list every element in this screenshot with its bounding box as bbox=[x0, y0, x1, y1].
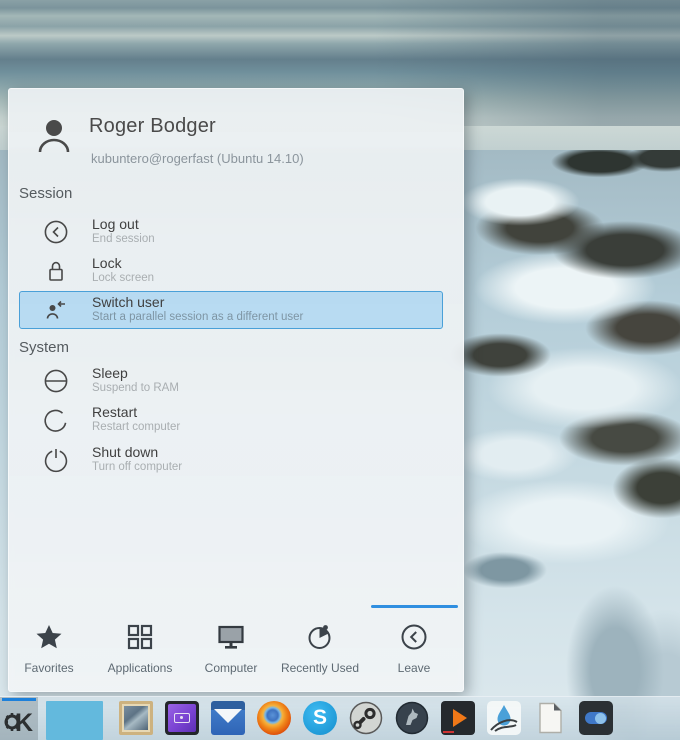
menu-item-restart[interactable]: Restart Restart computer bbox=[19, 401, 443, 439]
player-progress-strip bbox=[443, 730, 454, 733]
section-label-system: System bbox=[19, 339, 70, 356]
kickoff-launcher-panel: Roger Bodger kubuntero@rogerfast (Ubuntu… bbox=[8, 88, 464, 692]
video-app-camera-glyph bbox=[174, 713, 190, 723]
media-player-icon[interactable] bbox=[441, 701, 475, 735]
video-app-icon[interactable] bbox=[165, 701, 199, 735]
tab-label: Computer bbox=[204, 661, 258, 675]
desktop: Roger Bodger kubuntero@rogerfast (Ubuntu… bbox=[0, 0, 680, 740]
sleep-icon bbox=[43, 368, 69, 394]
shutdown-icon bbox=[43, 447, 69, 473]
favorites-star-icon bbox=[34, 622, 64, 652]
amarok-icon[interactable] bbox=[395, 701, 429, 735]
tab-label: Leave bbox=[397, 661, 431, 675]
tab-recently-used[interactable]: Recently Used bbox=[275, 617, 365, 683]
computer-monitor-icon bbox=[216, 622, 246, 652]
menu-item-subtitle: Suspend to RAM bbox=[92, 382, 179, 394]
switch-user-icon bbox=[43, 297, 69, 323]
menu-item-lock[interactable]: Lock Lock screen bbox=[19, 252, 443, 290]
menu-item-title: Sleep bbox=[92, 365, 128, 381]
active-tab-indicator bbox=[371, 605, 458, 608]
recently-used-clock-icon bbox=[305, 622, 335, 652]
image-viewer-icon[interactable] bbox=[119, 701, 153, 735]
tab-label: Recently Used bbox=[280, 661, 360, 675]
taskbar: K S bbox=[0, 696, 680, 740]
desktop-pager[interactable] bbox=[46, 701, 103, 740]
menu-item-shutdown[interactable]: Shut down Turn off computer bbox=[19, 441, 443, 479]
menu-item-subtitle: Turn off computer bbox=[92, 461, 183, 473]
lock-icon bbox=[43, 258, 69, 284]
svg-text:K: K bbox=[15, 709, 33, 737]
user-avatar-icon bbox=[32, 114, 76, 158]
user-name: Roger Bodger bbox=[89, 115, 216, 137]
logout-icon bbox=[43, 219, 69, 245]
skype-icon[interactable]: S bbox=[303, 701, 337, 735]
play-triangle bbox=[453, 709, 467, 727]
menu-item-title: Switch user bbox=[92, 294, 165, 310]
launcher-active-indicator bbox=[2, 698, 36, 701]
menu-item-switch-user[interactable]: Switch user Start a parallel session as … bbox=[19, 291, 443, 329]
kde-launcher-icon: K bbox=[3, 703, 35, 737]
tab-leave[interactable]: Leave bbox=[369, 617, 459, 683]
mail-app-icon[interactable] bbox=[211, 701, 245, 735]
menu-item-title: Log out bbox=[92, 216, 139, 232]
menu-item-subtitle: Restart computer bbox=[92, 421, 181, 433]
applications-grid-icon bbox=[125, 622, 155, 652]
menu-item-title: Shut down bbox=[92, 444, 159, 460]
steam-icon[interactable] bbox=[349, 701, 383, 735]
mail-flap bbox=[214, 709, 242, 723]
tab-label: Applications bbox=[107, 661, 173, 675]
menu-item-subtitle: End session bbox=[92, 233, 155, 245]
restart-icon bbox=[43, 407, 69, 433]
toggle-knob bbox=[595, 712, 606, 724]
tab-label: Favorites bbox=[24, 661, 74, 675]
documents-app-icon[interactable] bbox=[533, 701, 567, 735]
leave-icon bbox=[399, 622, 429, 652]
menu-item-subtitle: Start a parallel session as a different … bbox=[92, 311, 304, 323]
toggle-app-icon[interactable] bbox=[579, 701, 613, 735]
toggle-pill bbox=[585, 712, 607, 724]
quill-app-icon[interactable] bbox=[487, 701, 521, 735]
tab-favorites[interactable]: Favorites bbox=[4, 617, 94, 683]
user-detail: kubuntero@rogerfast (Ubuntu 14.10) bbox=[91, 151, 304, 166]
launcher-button[interactable]: K bbox=[0, 697, 38, 740]
menu-item-subtitle: Lock screen bbox=[92, 272, 155, 284]
menu-item-sleep[interactable]: Sleep Suspend to RAM bbox=[19, 362, 443, 400]
menu-item-title: Lock bbox=[92, 255, 122, 271]
menu-item-title: Restart bbox=[92, 404, 138, 420]
tab-applications[interactable]: Applications bbox=[95, 617, 185, 683]
section-label-session: Session bbox=[19, 185, 73, 202]
taskbar-app-icons: S bbox=[119, 701, 613, 735]
tab-computer[interactable]: Computer bbox=[186, 617, 276, 683]
firefox-icon[interactable] bbox=[257, 701, 291, 735]
skype-letter: S bbox=[312, 706, 327, 729]
image-viewer-photo bbox=[124, 706, 148, 730]
menu-item-logout[interactable]: Log out End session bbox=[19, 213, 443, 251]
